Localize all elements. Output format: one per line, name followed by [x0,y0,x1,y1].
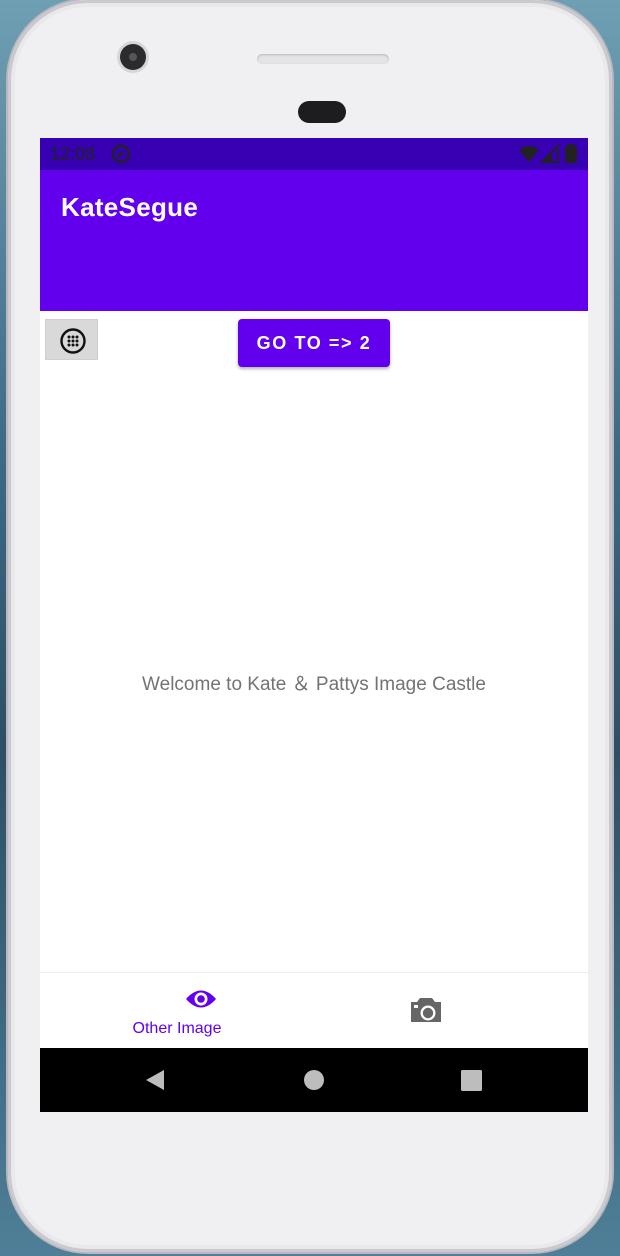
nav-item-camera[interactable] [314,973,588,1049]
wifi-icon [519,146,539,162]
eye-icon [186,990,216,1008]
grid-menu-button[interactable] [45,319,98,360]
home-icon[interactable] [303,1069,325,1091]
app-title: KateSegue [61,192,199,222]
system-navigation-bar [40,1048,588,1112]
status-time: 12:08 [50,144,96,164]
recents-icon[interactable] [461,1070,482,1091]
go-to-screen-2-button[interactable]: GO TO => 2 [238,319,390,367]
nav-item-other-image[interactable]: Other Image [40,973,314,1049]
welcome-text: Welcome to Kate ＆ Pattys Image Castle [142,674,486,695]
bottom-navigation: Other Image [40,972,588,1049]
cellular-signal-icon [540,144,559,163]
battery-icon [565,144,577,163]
camera-icon [411,998,441,1022]
device-screen: 12:08 KateSegue GO TO => 2 Welcome to Ka… [40,138,588,1112]
sync-icon [111,144,131,164]
earpiece-speaker [257,54,389,64]
app-bar: KateSegue [40,170,588,311]
proximity-sensor [298,101,346,123]
grid-dots-icon [60,328,86,354]
front-camera [120,44,146,70]
back-icon[interactable] [144,1069,166,1091]
nav-item-label: Other Image [132,1020,222,1037]
status-bar: 12:08 [40,138,588,170]
